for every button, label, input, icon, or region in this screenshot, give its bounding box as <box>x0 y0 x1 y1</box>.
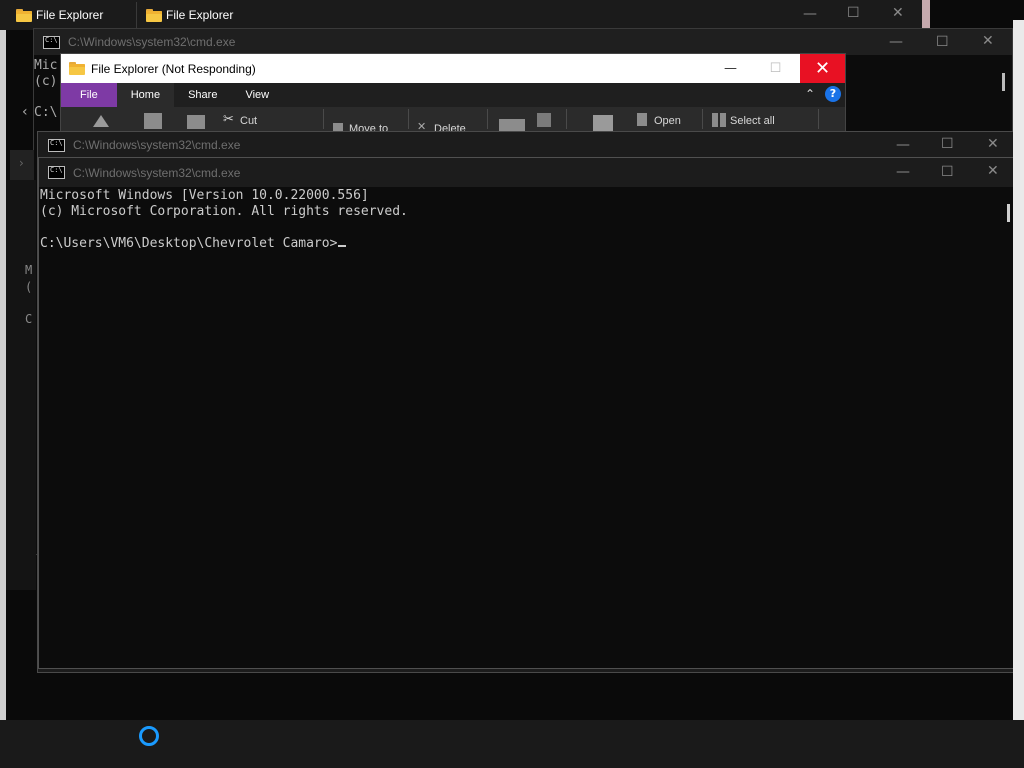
chevron-right-icon: › <box>19 156 24 170</box>
desktop-edge <box>1013 20 1024 720</box>
minimize-icon[interactable]: — <box>896 164 910 180</box>
collapse-ribbon-icon[interactable]: ⌃ <box>805 87 815 101</box>
paste-icon[interactable] <box>187 115 205 129</box>
ribbon-separator <box>323 109 324 129</box>
explorer-tab-label: File Explorer <box>36 8 104 22</box>
ribbon-separator <box>818 109 819 129</box>
properties-icon[interactable] <box>593 115 613 131</box>
tab-share[interactable]: Share <box>174 83 231 107</box>
remnant-text: C <box>25 312 33 326</box>
ribbon: ✂ Cut Move to ✕ Delete Open Select all <box>61 107 845 135</box>
folder-icon <box>16 8 32 22</box>
maximize-icon[interactable]: ☐ <box>847 5 860 21</box>
ribbon-tabs: File Home Share View ⌃ ? <box>61 83 845 107</box>
scrollbar-thumb[interactable] <box>1007 204 1010 222</box>
explorer-tab-label: File Explorer <box>166 8 234 22</box>
ribbon-separator <box>487 109 488 129</box>
help-icon[interactable]: ? <box>825 86 841 102</box>
window-title: File Explorer (Not Responding) <box>91 61 256 76</box>
nav-pane-fragment: › <box>10 150 34 180</box>
close-icon[interactable]: ✕ <box>892 5 904 21</box>
command-prompt: C:\Users\VM6\Desktop\Chevrolet Camaro> <box>40 236 338 251</box>
select-all-icon <box>712 113 726 127</box>
select-all-button[interactable]: Select all <box>730 115 775 127</box>
desktop-edge-left <box>0 30 6 720</box>
back-cmd-partial-line: Mic <box>34 58 58 73</box>
ribbon-separator <box>408 109 409 129</box>
remnant-text: ( <box>25 280 33 294</box>
copy-icon[interactable] <box>144 113 162 129</box>
scissors-icon: ✂ <box>223 111 234 126</box>
explorer-not-responding-window[interactable]: File Explorer (Not Responding) — ☐ ✕ Fil… <box>60 53 846 135</box>
scrollbar-thumb[interactable] <box>1002 73 1005 91</box>
window-edge <box>922 0 930 30</box>
prompt-line: C:\Users\VM6\Desktop\Chevrolet Camaro> <box>40 236 997 252</box>
explorer-tab-2[interactable]: File Explorer <box>146 0 233 30</box>
folder-icon <box>146 8 162 22</box>
back-cmd-partial-line: C:\ <box>34 105 58 120</box>
background-explorer-window[interactable]: File Explorer File Explorer — ☐ ✕ <box>0 0 922 30</box>
titlebar[interactable]: File Explorer (Not Responding) — ☐ ✕ <box>61 54 845 83</box>
maximize-icon[interactable]: ☐ <box>941 164 954 180</box>
cut-button[interactable]: Cut <box>240 115 257 127</box>
tab-home[interactable]: Home <box>116 83 175 107</box>
minimize-icon[interactable]: — <box>889 34 903 50</box>
close-icon[interactable]: ✕ <box>800 54 845 83</box>
move-to-icon <box>333 123 343 131</box>
text-cursor <box>338 245 347 247</box>
tab-divider <box>136 2 137 28</box>
titlebar[interactable]: C:\Windows\system32\cmd.exe — ☐ ✕ <box>34 29 1012 55</box>
back-arrow-icon: ‹ <box>22 104 28 120</box>
minimize-icon[interactable]: — <box>803 6 817 22</box>
ribbon-separator <box>566 109 567 129</box>
close-icon[interactable]: ✕ <box>987 163 999 179</box>
window-title: C:\Windows\system32\cmd.exe <box>73 165 241 180</box>
cmd-icon <box>48 166 65 179</box>
window-title: C:\Windows\system32\cmd.exe <box>68 35 236 49</box>
open-icon <box>637 113 647 126</box>
ribbon-separator <box>702 109 703 129</box>
left-window-fragment <box>6 180 36 590</box>
console-line: ​ <box>40 220 997 236</box>
open-button[interactable]: Open <box>654 115 681 127</box>
maximize-icon[interactable]: ☐ <box>941 136 954 152</box>
close-icon[interactable]: ✕ <box>987 136 999 152</box>
cmd-window-front[interactable]: C:\Windows\system32\cmd.exe — ☐ ✕ Micros… <box>38 157 1017 669</box>
titlebar[interactable]: C:\Windows\system32\cmd.exe — ☐ ✕ <box>38 132 1016 158</box>
tab-file[interactable]: File <box>61 83 117 107</box>
minimize-icon[interactable]: — <box>708 54 753 83</box>
maximize-icon[interactable]: ☐ <box>753 54 798 83</box>
console-line: Microsoft Windows [Version 10.0.22000.55… <box>40 188 369 203</box>
back-cmd-partial-line: (c) <box>34 74 58 89</box>
explorer-tab-1[interactable]: File Explorer <box>16 0 103 30</box>
pin-icon[interactable] <box>93 115 109 127</box>
cortana-icon[interactable] <box>139 726 159 746</box>
remnant-text: M <box>25 263 33 277</box>
minimize-icon[interactable]: — <box>896 137 910 153</box>
folder-icon <box>69 62 85 75</box>
console-output[interactable]: Microsoft Windows [Version 10.0.22000.55… <box>39 188 998 668</box>
titlebar[interactable]: C:\Windows\system32\cmd.exe — ☐ ✕ <box>39 158 1016 187</box>
console-line: (c) Microsoft Corporation. All rights re… <box>40 204 408 219</box>
new-item-icon[interactable] <box>537 113 551 127</box>
cmd-icon <box>43 35 60 49</box>
close-icon[interactable]: ✕ <box>982 33 994 49</box>
window-title: C:\Windows\system32\cmd.exe <box>73 138 241 152</box>
maximize-icon[interactable]: ☐ <box>936 34 949 50</box>
tab-view[interactable]: View <box>231 83 283 107</box>
cmd-icon <box>48 138 65 152</box>
